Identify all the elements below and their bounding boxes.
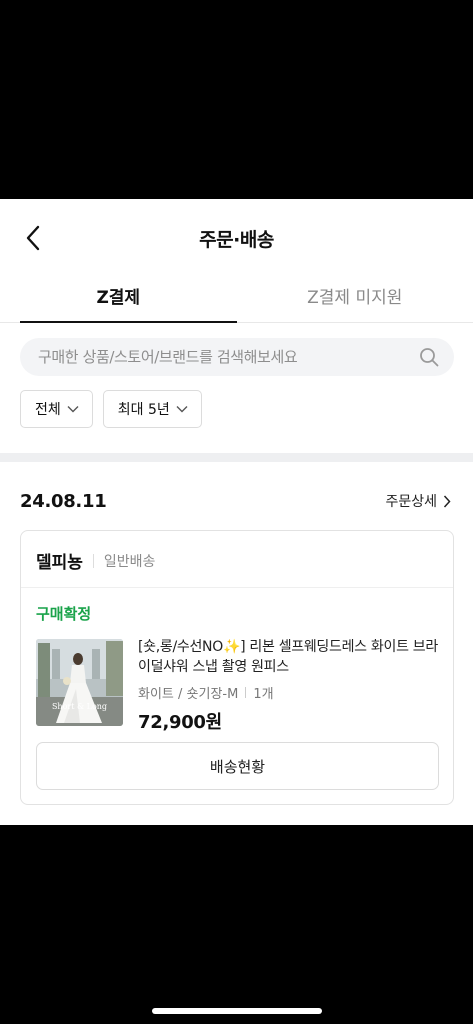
tab-zpay-unsupported[interactable]: Z결제 미지원: [237, 277, 473, 322]
tab-label: Z결제 미지원: [307, 288, 403, 308]
order-detail-label: 주문상세: [385, 494, 437, 510]
filter-type-dropdown[interactable]: 전체: [20, 390, 93, 428]
filter-label: 최대 5년: [117, 402, 170, 418]
search-input[interactable]: [38, 348, 418, 366]
seller-row: 델피뇽 일반배송: [36, 548, 155, 573]
product-name[interactable]: [숏,롱/수선NO✨] 리본 셀프웨딩드레스 화이트 브라이덜샤워 스냅 촬영 …: [138, 637, 444, 677]
product-option-row: 화이트 / 숏기장-M 1개: [138, 683, 444, 702]
image-caption: Short & Long: [51, 702, 108, 711]
product-info: [숏,롱/수선NO✨] 리본 셀프웨딩드레스 화이트 브라이덜샤워 스냅 촬영 …: [138, 637, 444, 734]
header: 주문·배송: [0, 199, 473, 277]
order-date: 24.08.11: [20, 491, 107, 512]
product-price: 72,900원: [138, 712, 222, 733]
tab-bar: Z결제 Z결제 미지원: [0, 277, 473, 323]
page-title: 주문·배송: [199, 229, 274, 251]
search-bar: [20, 338, 454, 376]
bottom-area: [0, 825, 473, 1024]
order-detail-link[interactable]: 주문상세: [385, 491, 451, 511]
search-icon[interactable]: [418, 346, 440, 368]
status-bar-area: [0, 0, 473, 199]
shipping-status-label: 배송현황: [209, 757, 266, 776]
section-divider: [0, 453, 473, 462]
tab-zpay[interactable]: Z결제: [0, 277, 237, 323]
product-quantity: 1개: [253, 687, 274, 702]
seller-name[interactable]: 델피뇽: [36, 548, 83, 573]
orders-screen: 주문·배송 Z결제 Z결제 미지원 전체 최대 5년 24.08.11 주문상세: [0, 199, 473, 825]
product-option: 화이트 / 숏기장-M: [138, 687, 239, 702]
shipping-status-button[interactable]: 배송현황: [36, 742, 439, 790]
filter-row: 전체 최대 5년: [20, 390, 202, 428]
order-card: 델피뇽 일반배송 구매확정 Short & Long [숏,롱/수선NO✨] 리…: [20, 530, 454, 805]
order-status: 구매확정: [36, 605, 92, 623]
tab-label: Z결제: [96, 288, 141, 308]
divider: [21, 587, 453, 588]
shipping-type: 일반배송: [103, 553, 156, 570]
chevron-down-icon: [67, 405, 79, 413]
chevron-down-icon: [176, 405, 188, 413]
chevron-right-icon: [443, 494, 451, 508]
filter-label: 전체: [35, 402, 61, 418]
divider: [245, 687, 247, 698]
home-indicator[interactable]: [152, 1008, 322, 1014]
divider: [92, 553, 94, 568]
filter-period-dropdown[interactable]: 최대 5년: [102, 390, 202, 428]
product-thumbnail[interactable]: Short & Long: [36, 639, 123, 726]
